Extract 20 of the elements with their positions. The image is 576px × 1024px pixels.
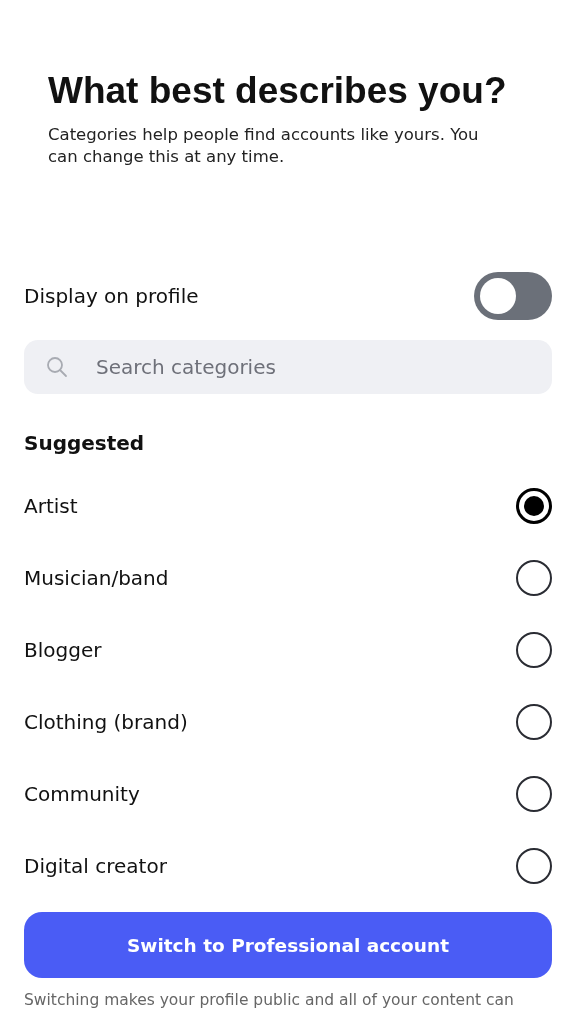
toggle-label: Display on profile (24, 284, 199, 308)
switch-account-button[interactable]: Switch to Professional account (24, 912, 552, 978)
category-label: Digital creator (24, 854, 167, 878)
radio-button[interactable] (516, 560, 552, 596)
category-label: Artist (24, 494, 78, 518)
radio-button[interactable] (516, 776, 552, 812)
category-label: Clothing (brand) (24, 710, 188, 734)
page-subtitle: Categories help people find accounts like yours. You can change this at any time. (48, 124, 480, 168)
category-label: Community (24, 782, 140, 806)
category-label: Blogger (24, 638, 102, 662)
display-toggle[interactable] (474, 272, 552, 320)
section-heading: Suggested (24, 430, 146, 457)
radio-button[interactable] (516, 704, 552, 740)
radio-button[interactable] (516, 632, 552, 668)
category-label: Musician/band (24, 566, 169, 590)
search-field[interactable]: Search categories (24, 340, 552, 394)
radio-button[interactable] (516, 488, 552, 524)
page-title: What best describes you? (48, 69, 508, 113)
radio-button[interactable] (516, 848, 552, 884)
footer-note: Switching makes your profile public and all of your content can (24, 990, 515, 1010)
